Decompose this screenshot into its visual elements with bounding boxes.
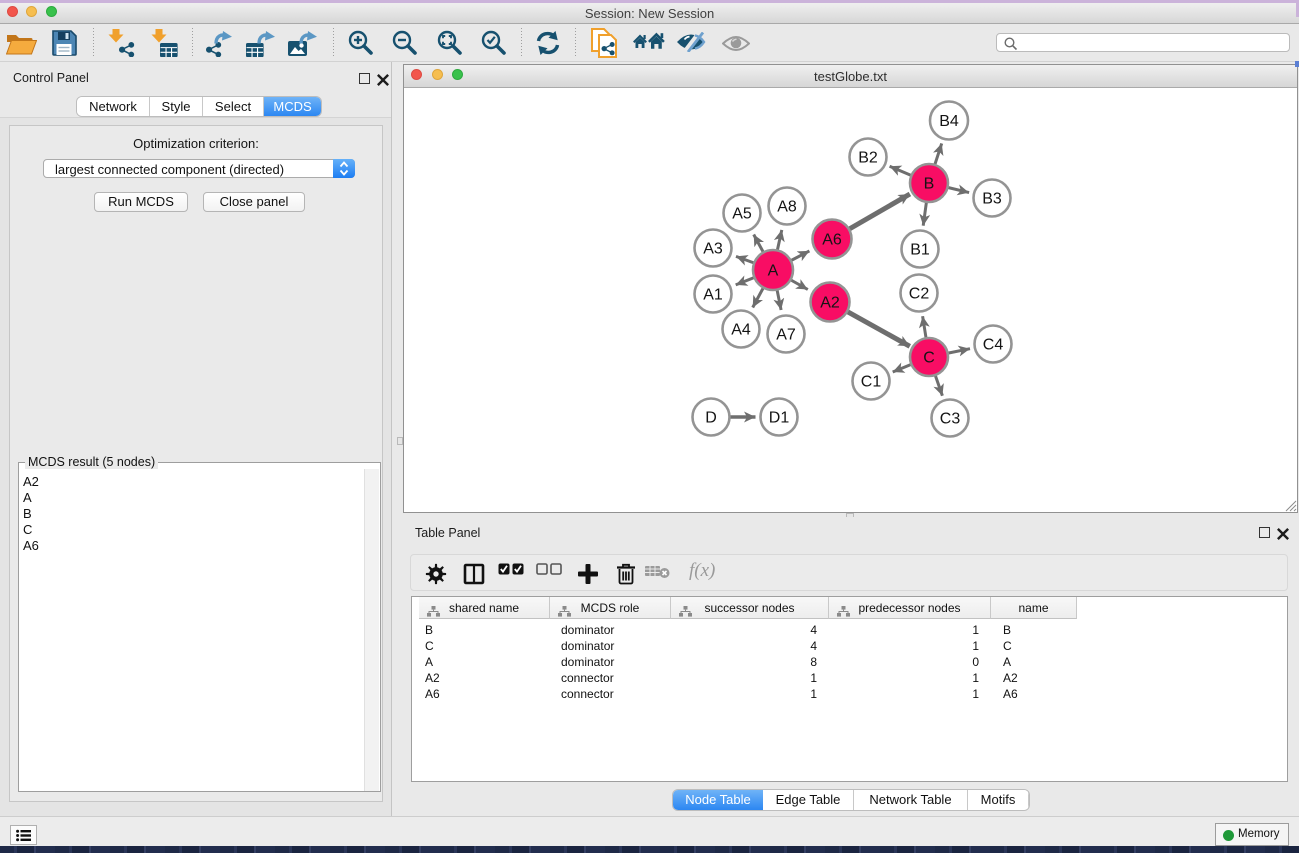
svg-text:A8: A8 <box>777 199 797 216</box>
svg-text:A2: A2 <box>820 295 840 312</box>
svg-text:A1: A1 <box>703 287 723 304</box>
svg-text:C1: C1 <box>861 374 882 391</box>
svg-text:B: B <box>924 176 935 193</box>
svg-text:A7: A7 <box>776 327 796 344</box>
svg-text:A6: A6 <box>822 232 842 249</box>
svg-text:A3: A3 <box>703 241 723 258</box>
svg-text:B4: B4 <box>939 113 959 130</box>
svg-text:A5: A5 <box>732 206 752 223</box>
svg-text:C: C <box>923 350 935 367</box>
svg-text:A: A <box>768 263 779 280</box>
svg-text:B3: B3 <box>982 191 1002 208</box>
svg-text:D: D <box>705 410 717 427</box>
svg-text:B1: B1 <box>910 242 930 259</box>
svg-text:C3: C3 <box>940 411 961 428</box>
svg-text:B2: B2 <box>858 150 878 167</box>
svg-text:C4: C4 <box>983 337 1004 354</box>
svg-text:A4: A4 <box>731 322 751 339</box>
svg-text:D1: D1 <box>769 410 790 427</box>
svg-text:C2: C2 <box>909 286 930 303</box>
